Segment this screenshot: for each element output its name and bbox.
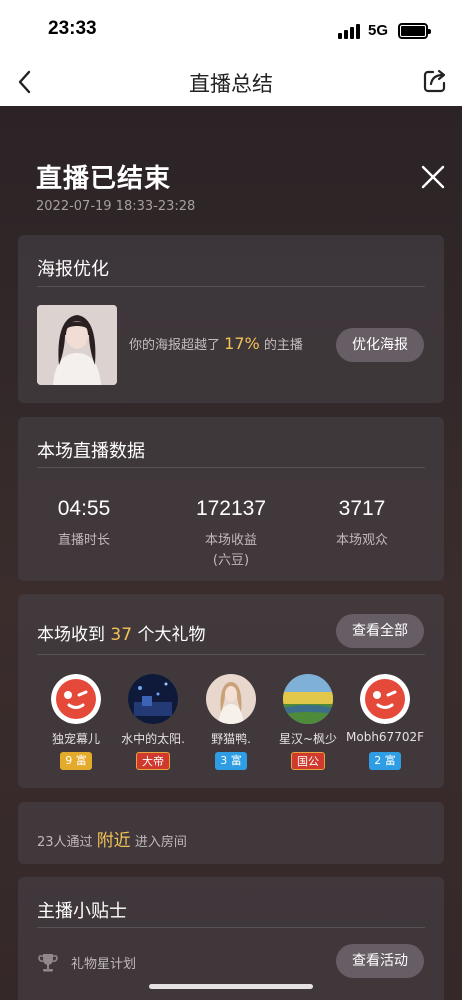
nearby-text-prefix: 23人通过 (37, 835, 93, 850)
sender-name: 野猫鸭. (211, 732, 251, 746)
nearby-highlight: 附近 (96, 831, 131, 851)
live-data-card: 本场直播数据 04:55 直播时长 172137 本场收益 (六豆) 3717 … (18, 417, 444, 581)
gifts-title-suffix: 个大礼物 (137, 625, 206, 645)
sender-name: 独宠幕儿 (51, 732, 100, 746)
sender-name: Mobh67702F (346, 730, 424, 744)
close-icon[interactable] (420, 164, 446, 190)
battery-icon (398, 23, 431, 39)
tips-item-label: 礼物星计划 (71, 956, 137, 972)
gift-sender[interactable]: 水中的太阳. 大帝 (111, 674, 195, 770)
divider (37, 467, 425, 468)
rank-badge: 2 富 (369, 752, 401, 770)
avatar (51, 674, 101, 724)
live-ended-title: 直播已结束 (36, 164, 172, 194)
gift-sender[interactable]: 独宠幕儿 9 富 (34, 674, 118, 770)
poster-percent: 17% (224, 334, 260, 353)
poster-text-prefix: 你的海报超越了 (129, 338, 221, 353)
page-title: 直播总结 (189, 72, 273, 96)
nav-bar: 直播总结 (0, 58, 462, 106)
poster-card: 海报优化 你的海报超越了 17% 的主播 优化海报 (18, 235, 444, 403)
gifts-card: 本场收到 37 个大礼物 查看全部 独宠幕儿 9 富 水中的太阳. 大帝 野猫鸭… (18, 594, 444, 788)
status-time: 23:33 (48, 18, 97, 39)
rank-badge: 大帝 (136, 752, 170, 770)
rank-badge: 3 富 (215, 752, 247, 770)
avatar (283, 674, 333, 724)
gifts-section-title: 本场收到 37 个大礼物 (37, 620, 205, 645)
sender-name: 水中的太阳. (121, 732, 185, 746)
rank-badge: 国公 (291, 752, 325, 770)
divider (37, 654, 425, 655)
view-activity-button[interactable]: 查看活动 (336, 944, 424, 978)
stat-income: 172137 本场收益 (六豆) (161, 497, 301, 571)
stat-value: 04:55 (57, 497, 111, 520)
share-icon[interactable] (420, 66, 450, 96)
optimize-poster-button[interactable]: 优化海报 (336, 328, 424, 362)
stat-value: 172137 (195, 497, 267, 520)
view-all-gifts-button[interactable]: 查看全部 (336, 614, 424, 648)
status-bar: 23:33 5G (0, 0, 462, 58)
poster-section-title: 海报优化 (37, 259, 109, 280)
gift-sender[interactable]: 星汉~枫少 国公 (266, 674, 350, 770)
nearby-text-suffix: 进入房间 (134, 835, 187, 850)
poster-text-suffix: 的主播 (263, 338, 303, 353)
live-summary-panel: 直播已结束 2022-07-19 18:33-23:28 海报优化 你的海报超越… (0, 106, 462, 1000)
poster-rank-text: 你的海报超越了 17% 的主播 (129, 334, 303, 353)
trophy-icon (38, 954, 58, 972)
gifts-count: 37 (110, 625, 133, 645)
home-indicator[interactable] (149, 984, 313, 989)
nearby-card: 23人通过 附近 进入房间 (18, 802, 444, 864)
gift-sender[interactable]: 野猫鸭. 3 富 (189, 674, 273, 770)
stat-label: 直播时长 (57, 533, 110, 548)
avatar (128, 674, 178, 724)
stat-label: 本场观众 (335, 533, 388, 548)
divider (37, 286, 425, 287)
sender-name: 星汉~枫少 (278, 732, 338, 746)
stat-duration: 04:55 直播时长 (14, 497, 154, 551)
stat-label: 本场收益 (204, 533, 257, 548)
avatar (360, 674, 410, 724)
poster-thumbnail[interactable] (37, 305, 117, 385)
tips-card: 主播小贴士 礼物星计划 查看活动 (18, 877, 444, 1000)
stat-audience: 3717 本场观众 (292, 497, 432, 551)
live-time-range: 2022-07-19 18:33-23:28 (36, 199, 196, 214)
live-data-section-title: 本场直播数据 (37, 441, 145, 462)
gifts-title-prefix: 本场收到 (37, 625, 105, 645)
avatar (206, 674, 256, 724)
tips-item: 礼物星计划 (37, 951, 136, 973)
nearby-entry-text: 23人通过 附近 进入房间 (37, 826, 187, 851)
gift-sender[interactable]: Mobh67702F 2 富 (343, 674, 427, 770)
network-type: 5G (368, 22, 389, 39)
tips-section-title: 主播小贴士 (37, 901, 127, 922)
stat-value: 3717 (338, 497, 386, 520)
stat-sublabel: (六豆) (212, 553, 250, 568)
divider (37, 927, 425, 928)
signal-icon (338, 24, 360, 39)
rank-badge: 9 富 (60, 752, 92, 770)
